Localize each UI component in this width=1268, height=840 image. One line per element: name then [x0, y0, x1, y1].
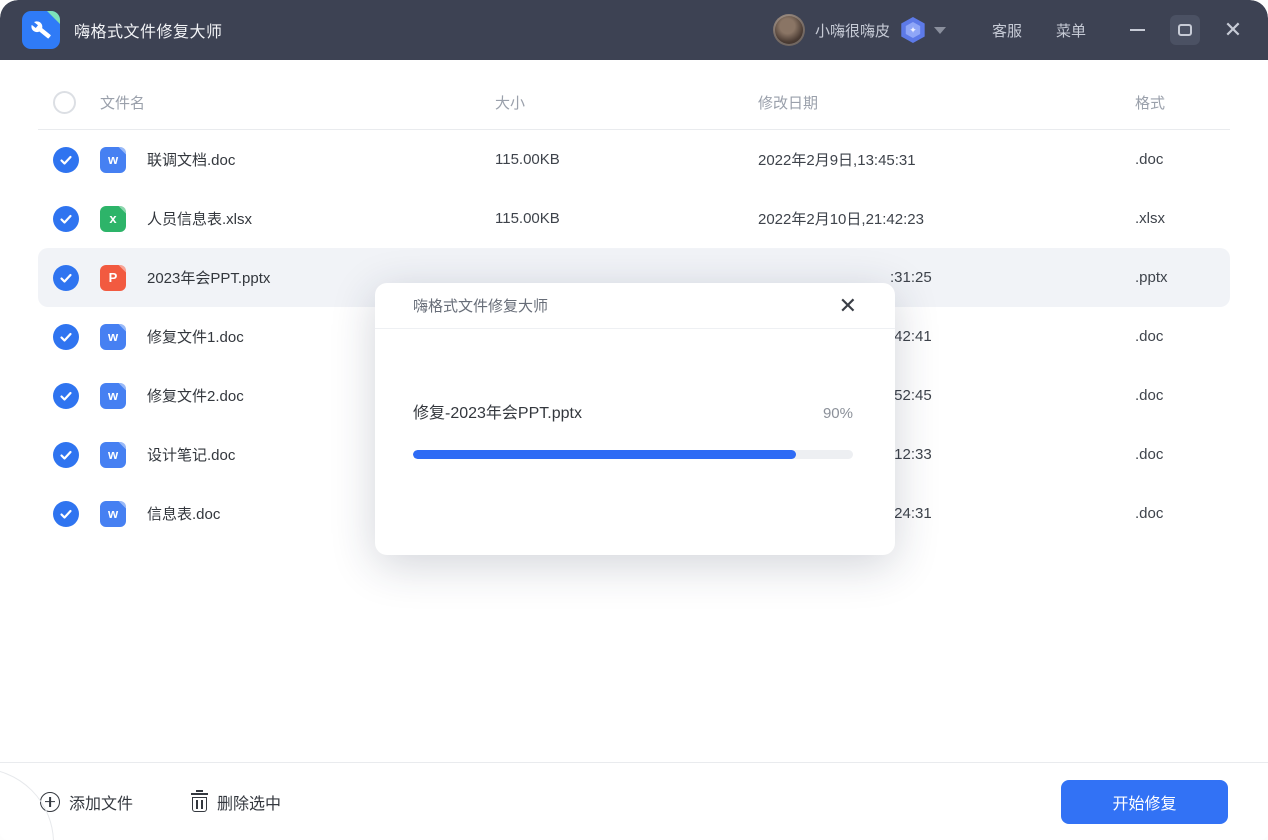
word-file-icon: w [100, 442, 126, 468]
header-date: 修改日期 [758, 92, 1135, 113]
checkmark-icon [59, 212, 73, 226]
row-checkbox-checked[interactable] [53, 206, 79, 232]
file-format: .pptx [1135, 269, 1230, 286]
select-all-checkbox[interactable] [53, 91, 76, 114]
maximize-button[interactable] [1170, 15, 1200, 45]
table-row[interactable]: x 人员信息表.xlsx 115.00KB 2022年2月10日,21:42:2… [38, 189, 1230, 248]
header-filename: 文件名 [100, 92, 145, 113]
row-checkbox-checked[interactable] [53, 501, 79, 527]
chevron-down-icon[interactable] [934, 27, 946, 34]
progress-bar-track [413, 450, 853, 459]
word-file-icon: w [100, 324, 126, 350]
start-repair-button[interactable]: 开始修复 [1061, 780, 1228, 824]
app-window: 嗨格式文件修复大师 小嗨很嗨皮 ✦ 客服 菜单 ✕ 文件名 大小 修改日期 格式 [0, 0, 1268, 840]
word-file-icon: w [100, 501, 126, 527]
row-checkbox-checked[interactable] [53, 383, 79, 409]
footer-toolbar: 添加文件 删除选中 开始修复 [0, 762, 1268, 840]
minimize-icon [1130, 29, 1145, 31]
close-icon: ✕ [1224, 19, 1242, 41]
delete-selected-label: 删除选中 [217, 790, 281, 814]
file-format: .doc [1135, 328, 1230, 345]
checkmark-icon [59, 153, 73, 167]
file-format: .doc [1135, 151, 1230, 168]
row-checkbox-checked[interactable] [53, 442, 79, 468]
file-format: .doc [1135, 387, 1230, 404]
file-name: 联调文档.doc [147, 149, 235, 170]
row-checkbox-checked[interactable] [53, 147, 79, 173]
word-file-icon: w [100, 147, 126, 173]
titlebar: 嗨格式文件修复大师 小嗨很嗨皮 ✦ 客服 菜单 ✕ [0, 0, 1268, 60]
username[interactable]: 小嗨很嗨皮 [815, 20, 890, 41]
progress-percent: 90% [823, 405, 853, 422]
file-name: 信息表.doc [147, 503, 220, 524]
word-file-icon: w [100, 383, 126, 409]
row-checkbox-checked[interactable] [53, 324, 79, 350]
file-size: 115.00KB [495, 151, 758, 168]
header-format: 格式 [1135, 92, 1230, 113]
file-name: 修复文件2.doc [147, 385, 244, 406]
delete-selected-button[interactable]: 删除选中 [191, 790, 281, 814]
customer-service-link[interactable]: 客服 [992, 20, 1022, 41]
wrench-icon [30, 19, 52, 41]
dialog-title: 嗨格式文件修复大师 [413, 295, 548, 316]
header-size: 大小 [495, 92, 758, 113]
checkmark-icon [59, 507, 73, 521]
file-format: .doc [1135, 505, 1230, 522]
app-logo-icon [22, 11, 60, 49]
close-button[interactable]: ✕ [1218, 15, 1248, 45]
checkmark-icon [59, 389, 73, 403]
file-date: 2022年2月9日,13:45:31 [758, 149, 1135, 170]
trash-icon [191, 792, 208, 812]
minimize-button[interactable] [1122, 15, 1152, 45]
add-file-button[interactable]: 添加文件 [40, 790, 133, 814]
repair-progress-dialog: 嗨格式文件修复大师 ✕ 修复-2023年会PPT.pptx 90% [375, 283, 895, 555]
table-row[interactable]: w 联调文档.doc 115.00KB 2022年2月9日,13:45:31 .… [38, 130, 1230, 189]
table-header: 文件名 大小 修改日期 格式 [38, 76, 1230, 130]
user-avatar[interactable] [773, 14, 805, 46]
add-file-label: 添加文件 [69, 790, 133, 814]
progress-bar-fill [413, 450, 796, 459]
file-name: 2023年会PPT.pptx [147, 267, 270, 288]
file-size: 115.00KB [495, 210, 758, 227]
excel-file-icon: x [100, 206, 126, 232]
ppt-file-icon: P [100, 265, 126, 291]
dialog-header: 嗨格式文件修复大师 ✕ [375, 283, 895, 329]
row-checkbox-checked[interactable] [53, 265, 79, 291]
file-format: .doc [1135, 446, 1230, 463]
checkmark-icon [59, 448, 73, 462]
repairing-file-name: 修复-2023年会PPT.pptx [413, 399, 582, 423]
file-date: 2022年2月10日,21:42:23 [758, 208, 1135, 229]
checkmark-icon [59, 330, 73, 344]
file-name: 修复文件1.doc [147, 326, 244, 347]
file-format: .xlsx [1135, 210, 1230, 227]
dialog-close-icon[interactable]: ✕ [831, 291, 865, 321]
maximize-icon [1178, 24, 1192, 36]
checkmark-icon [59, 271, 73, 285]
vip-badge-icon[interactable]: ✦ [900, 17, 926, 43]
file-name: 设计笔记.doc [147, 444, 235, 465]
file-name: 人员信息表.xlsx [147, 208, 252, 229]
app-title: 嗨格式文件修复大师 [74, 18, 223, 42]
menu-link[interactable]: 菜单 [1056, 20, 1086, 41]
